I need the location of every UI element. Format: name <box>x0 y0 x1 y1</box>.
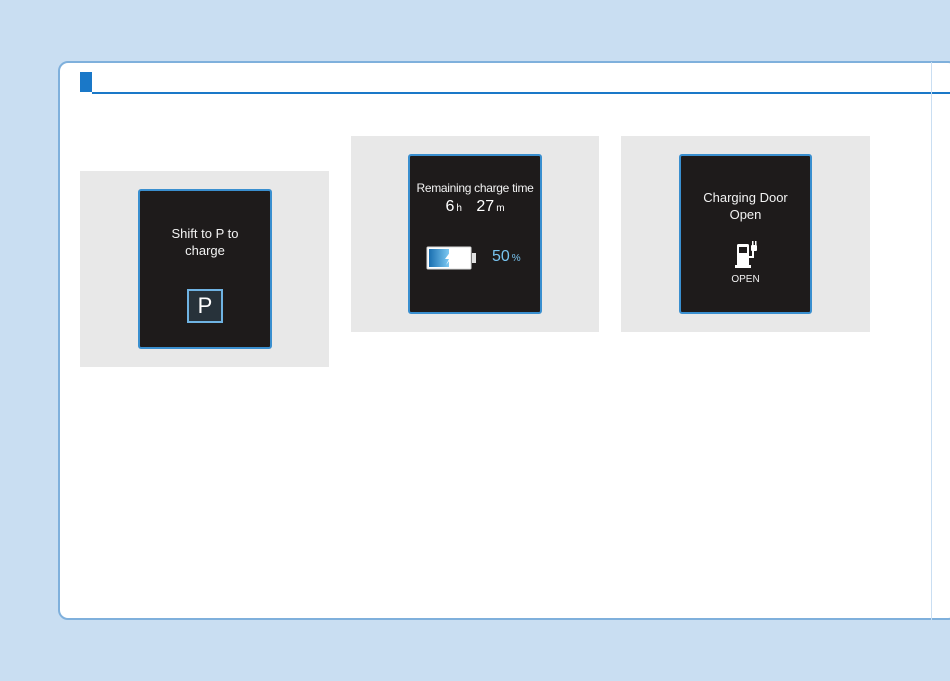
charge-time-value: 6h 27 m <box>410 198 540 216</box>
fuel-plug-icon <box>735 240 761 270</box>
display-screen: Charging Door Open OPEN <box>679 154 812 314</box>
message-line-1: Charging Door <box>703 190 788 205</box>
percent-unit: % <box>511 253 521 264</box>
message-line-2: charge <box>185 243 225 258</box>
message-line-2: Open <box>729 207 762 222</box>
page: Shift to P to charge P Remaining charge … <box>0 0 950 681</box>
battery-charging-icon <box>426 246 478 270</box>
message-line-1: Shift to P to <box>171 226 239 241</box>
margin-divider <box>931 62 932 620</box>
hours-value: 6 <box>445 198 455 215</box>
panel-shift-to-p: Shift to P to charge P <box>80 171 329 367</box>
section-marker <box>80 72 92 92</box>
charge-time-title: Remaining charge time <box>416 181 534 195</box>
section-header-rule <box>92 92 950 94</box>
minutes-value: 27 <box>476 198 495 215</box>
panel-charging-door: Charging Door Open OPEN <box>621 136 870 332</box>
hours-unit: h <box>456 203 462 214</box>
minutes-unit: m <box>496 203 505 214</box>
battery-percent: 50% <box>492 248 521 266</box>
display-screen: Shift to P to charge P <box>138 189 272 349</box>
park-gear-indicator: P <box>187 289 223 323</box>
door-status-label: OPEN <box>731 274 760 285</box>
display-screen: Remaining charge time 6h 27 m 50 % <box>408 154 542 314</box>
percent-value: 50 <box>492 248 510 265</box>
panel-remaining-charge: Remaining charge time 6h 27 m 50 % <box>351 136 599 332</box>
